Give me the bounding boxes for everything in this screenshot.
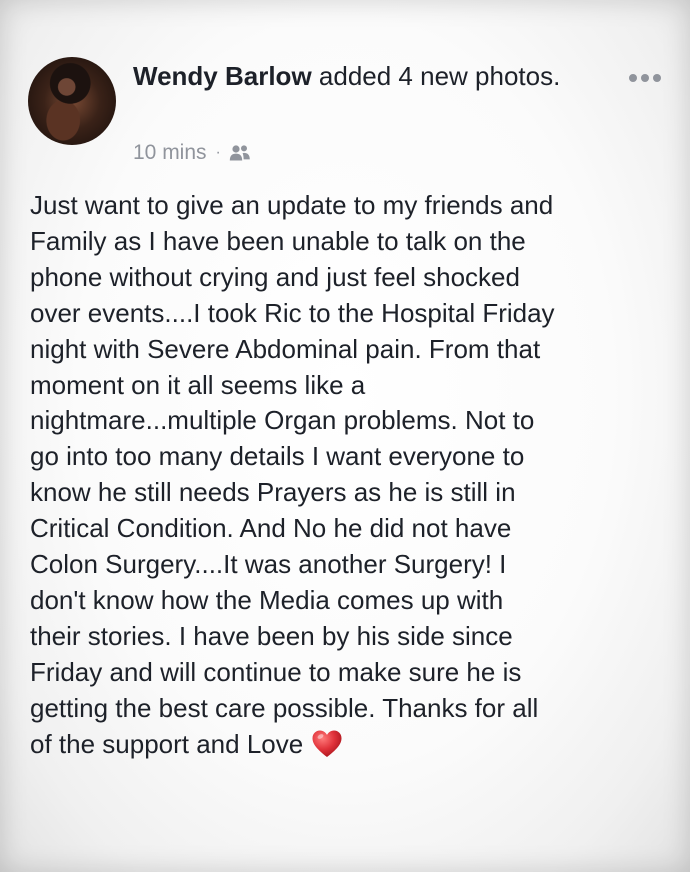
post-body-line: Critical Condition. And No he did not ha… bbox=[30, 513, 512, 544]
post-body-line: phone without crying and just feel shock… bbox=[30, 261, 520, 292]
post-body-last-line: of the support and Love bbox=[30, 727, 670, 763]
avatar[interactable] bbox=[28, 57, 116, 145]
post-body-line: night with Severe Abdominal pain. From t… bbox=[30, 333, 541, 364]
post-body-line: go into too many details I want everyone… bbox=[30, 441, 525, 472]
facebook-post: Wendy Barlow added 4 new photos. 10 mins… bbox=[0, 0, 690, 872]
red-heart-icon bbox=[311, 729, 343, 759]
more-dot-icon bbox=[653, 74, 661, 82]
post-body-line: their stories. I have been by his side s… bbox=[30, 620, 513, 651]
more-options-button[interactable] bbox=[620, 64, 670, 92]
more-dot-icon bbox=[641, 74, 649, 82]
post-header: Wendy Barlow added 4 new photos. bbox=[133, 58, 563, 94]
post-body-line: over events....I took Ric to the Hospita… bbox=[30, 297, 555, 328]
post-body-line: Just want to give an update to my friend… bbox=[30, 190, 554, 220]
post-body-line: Colon Surgery....It was another Surgery!… bbox=[30, 549, 507, 580]
post-body-line: Friday and will continue to make sure he… bbox=[30, 656, 522, 687]
meta-separator: · bbox=[215, 144, 221, 161]
post-timestamp[interactable]: 10 mins bbox=[133, 141, 207, 165]
post-meta: 10 mins · bbox=[133, 138, 251, 168]
post-body-line: moment on it all seems like a bbox=[30, 369, 366, 400]
post-body-line: nightmare...multiple Organ problems. Not… bbox=[30, 405, 535, 436]
post-body-line: don't know how the Media comes up with bbox=[30, 584, 504, 615]
post-body-line: Family as I have been unable to talk on … bbox=[30, 225, 526, 256]
author-name[interactable]: Wendy Barlow bbox=[133, 61, 312, 91]
friends-icon[interactable] bbox=[229, 144, 251, 162]
post-body-line: of the support and Love bbox=[30, 728, 304, 759]
post-body-text: Just want to give an update to my friend… bbox=[30, 188, 670, 763]
more-dot-icon bbox=[629, 74, 637, 82]
post-body-line: getting the best care possible. Thanks f… bbox=[30, 692, 539, 723]
post-body-line: know he still needs Prayers as he is sti… bbox=[30, 477, 516, 508]
post-action-text: added 4 new photos. bbox=[311, 61, 561, 91]
